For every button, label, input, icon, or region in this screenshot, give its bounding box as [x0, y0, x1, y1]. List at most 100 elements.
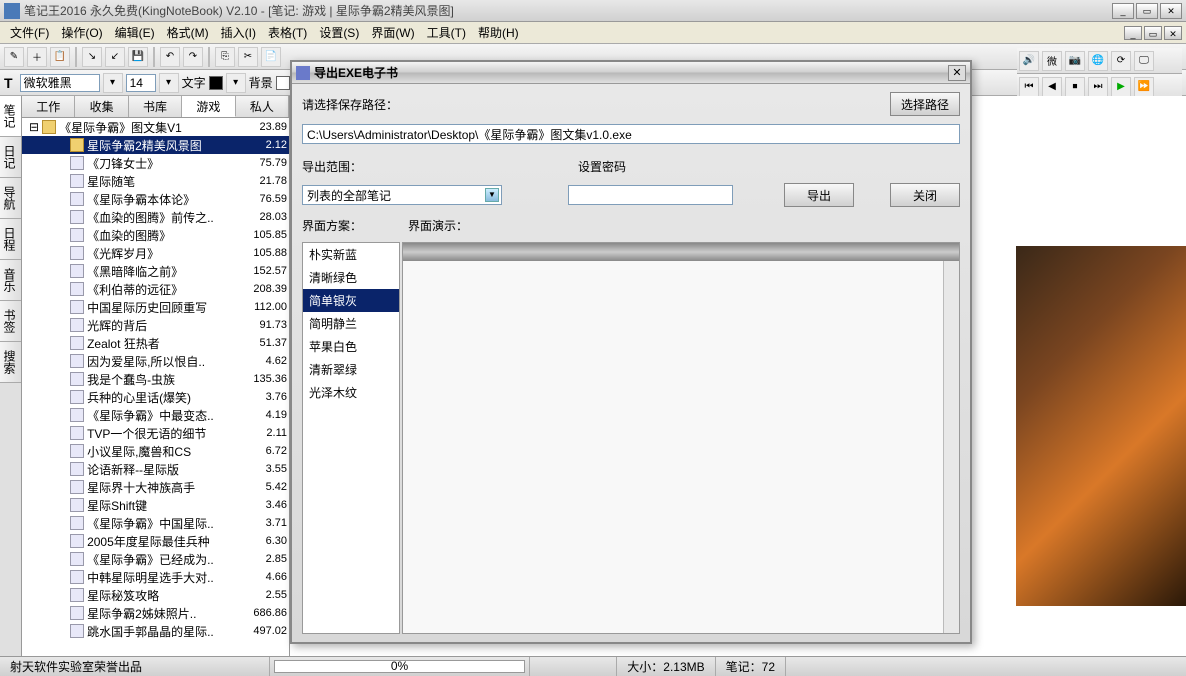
- undo-icon[interactable]: ↶: [160, 47, 180, 67]
- tree-tab[interactable]: 书库: [129, 96, 182, 117]
- tree-row[interactable]: ⊟《利伯蒂的远征》208.39: [22, 280, 289, 298]
- tree-row[interactable]: ⊟《星际争霸》已经成为..2.85: [22, 550, 289, 568]
- font-dropdown-icon[interactable]: ▾: [103, 73, 123, 93]
- theme-option[interactable]: 光泽木纹: [303, 381, 399, 404]
- tree-row[interactable]: ⊟我是个蠢鸟-虫族135.36: [22, 370, 289, 388]
- menu-item[interactable]: 工具(T): [421, 24, 472, 42]
- menu-item[interactable]: 表格(T): [262, 24, 313, 42]
- ff-icon[interactable]: ⏩: [1134, 77, 1154, 97]
- clipboard-icon[interactable]: 📄: [261, 47, 281, 67]
- size-dropdown-icon[interactable]: ▾: [159, 73, 179, 93]
- menu-item[interactable]: 界面(W): [365, 24, 420, 42]
- cut-icon[interactable]: ✂: [238, 47, 258, 67]
- tree-row[interactable]: ⊟《光辉岁月》105.88: [22, 244, 289, 262]
- tree-tab[interactable]: 游戏: [182, 96, 235, 117]
- text-color-swatch[interactable]: [209, 76, 223, 90]
- theme-option[interactable]: 简单银灰: [303, 289, 399, 312]
- tree-row[interactable]: ⊟星际争霸2姊妹照片..686.86: [22, 604, 289, 622]
- dialog-close-btn[interactable]: 关闭: [890, 183, 960, 207]
- sound-icon[interactable]: 🔊: [1019, 51, 1039, 71]
- tree-row[interactable]: ⊟中国星际历史回顾重写112.00: [22, 298, 289, 316]
- font-size-input[interactable]: [126, 74, 156, 92]
- camera-icon[interactable]: 📷: [1065, 51, 1085, 71]
- export-button[interactable]: 导出: [784, 183, 854, 207]
- tree-row[interactable]: ⊟论语新释--星际版3.55: [22, 460, 289, 478]
- side-tab[interactable]: 音乐: [0, 260, 21, 301]
- play-icon[interactable]: ▶: [1111, 77, 1131, 97]
- tree-row[interactable]: ⊟跳水国手郭晶晶的星际..497.02: [22, 622, 289, 640]
- mdi-minimize-button[interactable]: _: [1124, 26, 1142, 40]
- theme-option[interactable]: 简明静兰: [303, 312, 399, 335]
- scope-combobox[interactable]: 列表的全部笔记 ▼: [302, 185, 502, 205]
- theme-option[interactable]: 苹果白色: [303, 335, 399, 358]
- side-tab[interactable]: 搜索: [0, 342, 21, 383]
- tree-row[interactable]: ⊟星际Shift键3.46: [22, 496, 289, 514]
- close-button[interactable]: ✕: [1160, 3, 1182, 19]
- bg-color-swatch[interactable]: [276, 76, 290, 90]
- side-tab[interactable]: 书签: [0, 301, 21, 342]
- new-note-icon[interactable]: ＋: [27, 47, 47, 67]
- refresh-icon[interactable]: ⟳: [1111, 51, 1131, 71]
- theme-option[interactable]: 朴实新蓝: [303, 243, 399, 266]
- tree-row[interactable]: ⊟《星际争霸》图文集V123.89: [22, 118, 289, 136]
- theme-option[interactable]: 清晰绿色: [303, 266, 399, 289]
- redo-icon[interactable]: ↷: [183, 47, 203, 67]
- paste-icon[interactable]: 📋: [50, 47, 70, 67]
- tree-row[interactable]: ⊟星际随笔21.78: [22, 172, 289, 190]
- tree-row[interactable]: ⊟小议星际,魔兽和CS6.72: [22, 442, 289, 460]
- tree-row[interactable]: ⊟《刀锋女士》75.79: [22, 154, 289, 172]
- mdi-close-button[interactable]: ✕: [1164, 26, 1182, 40]
- pen-tool-icon[interactable]: ✎: [4, 47, 24, 67]
- tree-row[interactable]: ⊟《星际争霸本体论》76.59: [22, 190, 289, 208]
- tree-row[interactable]: ⊟星际争霸2精美风景图2.12: [22, 136, 289, 154]
- next-track-icon[interactable]: ⏭: [1088, 77, 1108, 97]
- tree-row[interactable]: ⊟《血染的图腾》前传之..28.03: [22, 208, 289, 226]
- play-back-icon[interactable]: ◀: [1042, 77, 1062, 97]
- import-icon[interactable]: ↙: [105, 47, 125, 67]
- side-tab[interactable]: 笔记: [0, 96, 21, 137]
- menu-item[interactable]: 帮助(H): [472, 24, 525, 42]
- tree-row[interactable]: ⊟因为爱星际,所以恨自..4.62: [22, 352, 289, 370]
- menu-item[interactable]: 设置(S): [313, 24, 365, 42]
- tree-row[interactable]: ⊟星际秘笈攻略2.55: [22, 586, 289, 604]
- preview-scrollbar[interactable]: [943, 261, 959, 633]
- tree-tab[interactable]: 工作: [22, 96, 75, 117]
- tree-row[interactable]: ⊟兵种的心里话(爆笑)3.76: [22, 388, 289, 406]
- minimize-button[interactable]: _: [1112, 3, 1134, 19]
- tree-row[interactable]: ⊟光辉的背后91.73: [22, 316, 289, 334]
- tree-row[interactable]: ⊟中韩星际明星选手大对..4.66: [22, 568, 289, 586]
- textcolor-dropdown-icon[interactable]: ▾: [226, 73, 246, 93]
- tree-tab[interactable]: 私人: [236, 96, 289, 117]
- menu-item[interactable]: 格式(M): [161, 24, 215, 42]
- maximize-button[interactable]: ▭: [1136, 3, 1158, 19]
- globe-icon[interactable]: 🌐: [1088, 51, 1108, 71]
- stop-icon[interactable]: ⏹: [1065, 77, 1085, 97]
- menu-item[interactable]: 文件(F): [4, 24, 55, 42]
- menu-item[interactable]: 编辑(E): [109, 24, 161, 42]
- prev-icon[interactable]: ⏮: [1019, 77, 1039, 97]
- side-tab[interactable]: 日程: [0, 219, 21, 260]
- password-input[interactable]: [568, 185, 733, 205]
- tree-tab[interactable]: 收集: [75, 96, 128, 117]
- tree-row[interactable]: ⊟星际界十大神族高手5.42: [22, 478, 289, 496]
- copy-icon[interactable]: ⎘: [215, 47, 235, 67]
- theme-option[interactable]: 清新翠绿: [303, 358, 399, 381]
- theme-listbox[interactable]: 朴实新蓝清晰绿色简单银灰简明静兰苹果白色清新翠绿光泽木纹: [302, 242, 400, 634]
- dialog-close-button[interactable]: ✕: [948, 65, 966, 81]
- tree-row[interactable]: ⊟《星际争霸》中国星际..3.71: [22, 514, 289, 532]
- tree-row[interactable]: ⊟2005年度星际最佳兵种6.30: [22, 532, 289, 550]
- menu-item[interactable]: 插入(I): [215, 24, 262, 42]
- tree-row[interactable]: ⊟TVP一个很无语的细节2.11: [22, 424, 289, 442]
- tree-row[interactable]: ⊟《黑暗降临之前》152.57: [22, 262, 289, 280]
- menu-item[interactable]: 操作(O): [55, 24, 108, 42]
- side-tab[interactable]: 导航: [0, 178, 21, 219]
- save-path-input[interactable]: [302, 124, 960, 144]
- export-icon[interactable]: ↘: [82, 47, 102, 67]
- font-family-input[interactable]: [20, 74, 100, 92]
- side-tab[interactable]: 日记: [0, 137, 21, 178]
- tree-row[interactable]: ⊟《星际争霸》中最变态..4.19: [22, 406, 289, 424]
- mdi-restore-button[interactable]: ▭: [1144, 26, 1162, 40]
- save-icon[interactable]: 💾: [128, 47, 148, 67]
- lang-icon[interactable]: 微: [1042, 51, 1062, 71]
- chevron-down-icon[interactable]: ▼: [485, 188, 499, 202]
